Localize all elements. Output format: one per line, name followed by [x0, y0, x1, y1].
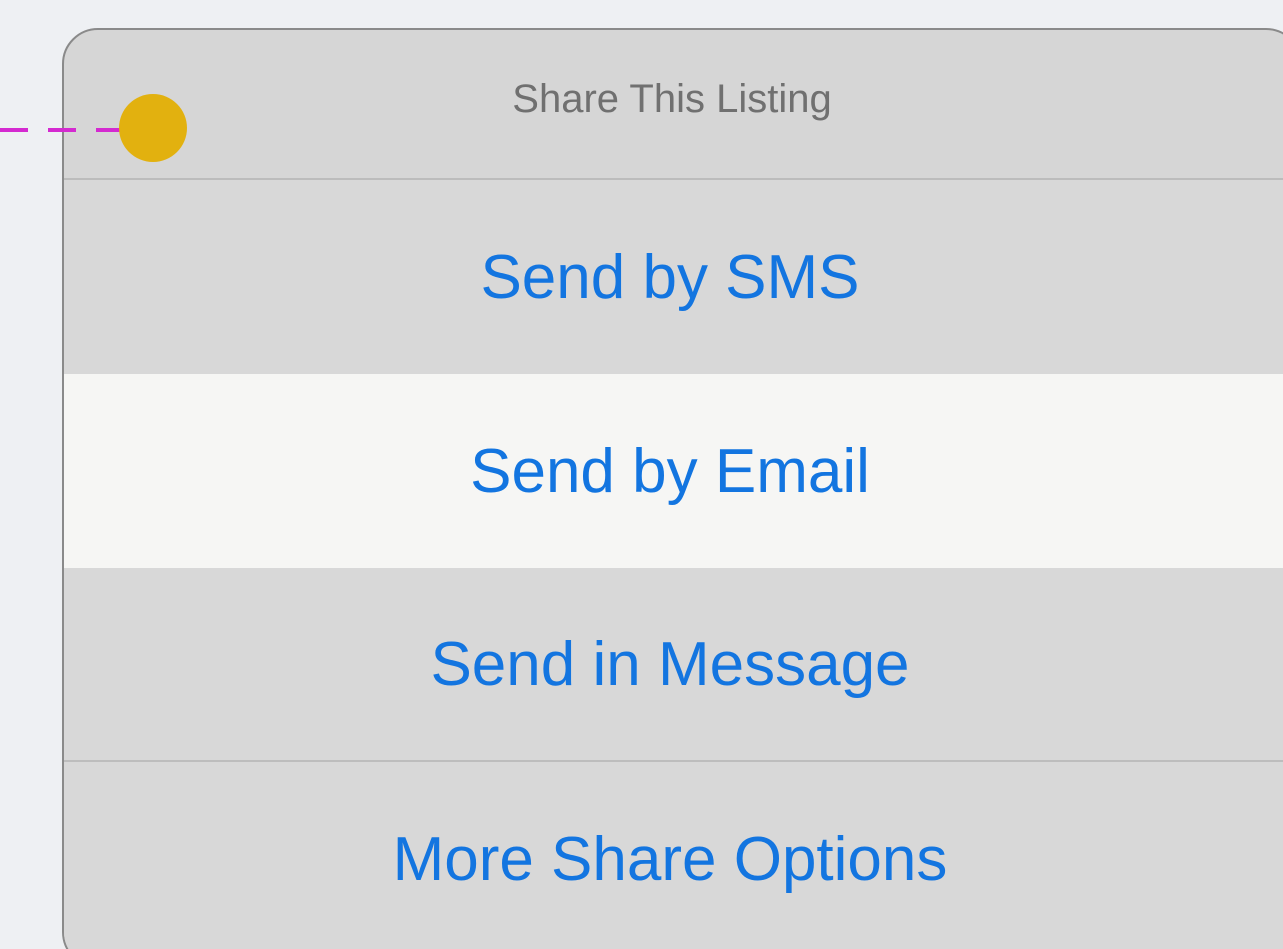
send-by-sms-label: Send by SMS	[480, 242, 860, 312]
sheet-header: Share This Listing	[64, 30, 1283, 180]
sheet-title: Share This Listing	[512, 76, 832, 121]
more-share-options-option[interactable]: More Share Options	[64, 762, 1283, 949]
annotation-connector	[0, 128, 120, 134]
send-by-email-label: Send by Email	[470, 436, 870, 506]
share-action-sheet: Share This Listing Send by SMS Send by E…	[62, 28, 1283, 949]
send-by-email-option[interactable]: Send by Email	[64, 374, 1283, 568]
send-in-message-label: Send in Message	[430, 629, 910, 699]
more-share-options-label: More Share Options	[392, 824, 948, 894]
annotation-marker-dot	[119, 94, 187, 162]
send-by-sms-option[interactable]: Send by SMS	[64, 180, 1283, 374]
send-in-message-option[interactable]: Send in Message	[64, 568, 1283, 762]
dashed-connector-line	[0, 128, 120, 132]
